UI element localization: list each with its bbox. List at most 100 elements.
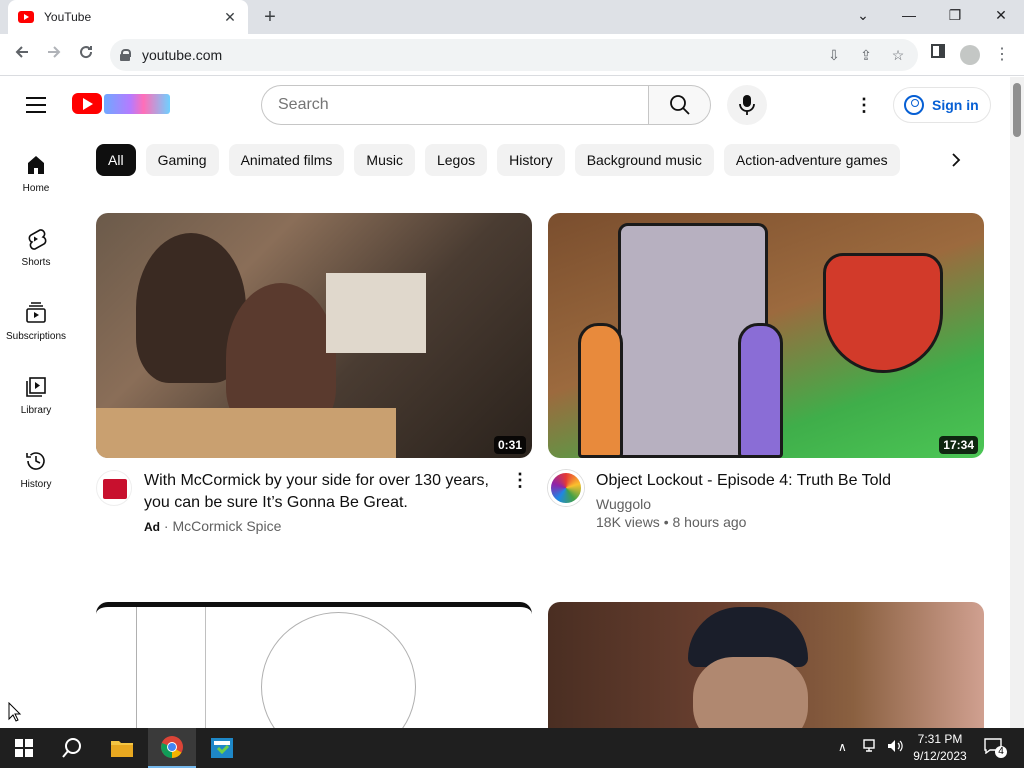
- video-stats: 18K views • 8 hours ago: [596, 514, 747, 530]
- sidebar-item-library[interactable]: Library: [0, 355, 72, 429]
- app-icon: [211, 738, 233, 758]
- windows-taskbar: ∧ 7:31 PM 9/12/2023 4: [0, 728, 1024, 768]
- thumbnail-scene: [693, 657, 808, 728]
- video-thumbnail[interactable]: 0:31: [96, 213, 532, 458]
- sidebar-item-label: Library: [20, 405, 52, 416]
- close-window-button[interactable]: ✕: [978, 0, 1024, 30]
- video-thumbnail-portrait[interactable]: [548, 602, 984, 728]
- chip-animated-films[interactable]: Animated films: [228, 144, 345, 176]
- scrollbar-thumb[interactable]: [1013, 83, 1021, 137]
- restore-button[interactable]: ❐: [932, 0, 978, 30]
- profile-button[interactable]: [958, 43, 982, 67]
- chrome-icon: [161, 736, 183, 758]
- sidebar-item-history[interactable]: History: [0, 429, 72, 503]
- show-hidden-icons-chevron-icon[interactable]: ∧: [838, 740, 847, 754]
- forward-button[interactable]: [42, 43, 66, 67]
- tab-close-icon[interactable]: ✕: [222, 9, 238, 26]
- side-panel-button[interactable]: [926, 43, 950, 67]
- chevron-right-icon: [952, 153, 961, 167]
- youtube-logo-icon[interactable]: [72, 93, 102, 114]
- video-meta: Object Lockout - Episode 4: Truth Be Tol…: [548, 458, 984, 530]
- chrome-menu-button[interactable]: ⋮: [990, 43, 1014, 67]
- url-text[interactable]: youtube.com: [142, 47, 822, 63]
- sign-in-button[interactable]: Sign in: [893, 87, 991, 123]
- filter-chips-bar: All Gaming Animated films Music Legos History…: [96, 144, 936, 176]
- sign-in-label: Sign in: [932, 97, 979, 113]
- guide-menu-icon[interactable]: [26, 97, 46, 113]
- network-icon[interactable]: [862, 738, 880, 754]
- home-icon: [28, 156, 44, 174]
- lock-icon[interactable]: [120, 49, 131, 61]
- taskbar-search-button[interactable]: [48, 728, 96, 768]
- sidebar-item-shorts[interactable]: Shorts: [0, 207, 72, 281]
- page-scrollbar[interactable]: [1010, 77, 1024, 728]
- new-tab-button[interactable]: +: [258, 6, 282, 28]
- chip-legos[interactable]: Legos: [424, 144, 488, 176]
- channel-name[interactable]: McCormick Spice: [172, 518, 281, 534]
- youtube-doodle[interactable]: [104, 94, 170, 114]
- taskbar-clock[interactable]: 7:31 PM 9/12/2023: [910, 731, 970, 765]
- app-taskbar-button[interactable]: [198, 728, 246, 768]
- chip-history[interactable]: History: [497, 144, 565, 176]
- search-input[interactable]: [278, 96, 649, 114]
- back-button[interactable]: [10, 43, 34, 67]
- thumbnail-scene: [261, 612, 416, 728]
- voice-search-button[interactable]: [727, 85, 767, 125]
- ad-badge: Ad: [144, 520, 160, 534]
- file-explorer-button[interactable]: [98, 728, 146, 768]
- channel-avatar[interactable]: [96, 470, 132, 506]
- chip-all[interactable]: All: [96, 144, 136, 176]
- video-card[interactable]: 17:34 Object Lockout - Episode 4: Truth …: [548, 213, 984, 530]
- chip-action-adventure-games[interactable]: Action-adventure games: [723, 144, 900, 176]
- start-button[interactable]: [0, 728, 48, 768]
- video-card-ad[interactable]: 0:31 With McCormick by your side for ove…: [96, 213, 532, 534]
- youtube-favicon-icon: [18, 11, 34, 23]
- speaker-icon: [888, 740, 903, 752]
- side-panel-icon: [931, 44, 945, 58]
- search-field[interactable]: [261, 85, 649, 125]
- thumbnail-scene: [96, 408, 396, 458]
- browser-tab-youtube[interactable]: YouTube ✕: [8, 0, 248, 34]
- sidebar-item-label: Home: [22, 183, 50, 194]
- separator: ·: [163, 518, 169, 534]
- thumbnail-scene: [578, 323, 623, 458]
- browser-tabstrip: YouTube ✕ + ⌄ — ❐ ✕: [0, 0, 1024, 34]
- volume-icon[interactable]: [886, 738, 904, 754]
- video-title[interactable]: With McCormick by your side for over 130…: [144, 470, 508, 514]
- video-info: Object Lockout - Episode 4: Truth Be Tol…: [596, 470, 984, 530]
- sidebar-item-label: Shorts: [21, 257, 51, 268]
- bookmark-star-icon[interactable]: ☆: [886, 43, 910, 67]
- thumbnail-scene: [136, 607, 206, 728]
- network-icon-glyph: [863, 739, 875, 752]
- chrome-taskbar-button[interactable]: [148, 728, 196, 768]
- address-bar[interactable]: youtube.com ⇩ ⇪ ☆: [110, 39, 918, 71]
- video-title[interactable]: Object Lockout - Episode 4: Truth Be Tol…: [596, 470, 984, 492]
- mouse-cursor-icon: [8, 702, 22, 722]
- browser-toolbar: youtube.com ⇩ ⇪ ☆ ⋮: [0, 34, 1024, 76]
- tab-search-icon[interactable]: ⌄: [840, 0, 886, 30]
- video-thumbnail-sketch[interactable]: [96, 602, 532, 728]
- video-menu-button[interactable]: ⋮: [508, 470, 532, 494]
- share-icon[interactable]: ⇪: [854, 43, 878, 67]
- chip-gaming[interactable]: Gaming: [145, 144, 219, 176]
- search-icon: [670, 95, 690, 115]
- reload-icon: [80, 46, 93, 59]
- reload-button[interactable]: [74, 43, 98, 67]
- chip-background-music[interactable]: Background music: [574, 144, 714, 176]
- forward-arrow-icon: [48, 46, 61, 58]
- channel-avatar[interactable]: [548, 470, 584, 506]
- chip-music[interactable]: Music: [354, 144, 415, 176]
- video-duration: 17:34: [939, 436, 978, 454]
- channel-name[interactable]: Wuggolo: [596, 496, 984, 512]
- search-button[interactable]: [648, 85, 711, 125]
- history-icon: [26, 452, 45, 470]
- chips-next-button[interactable]: [940, 144, 972, 176]
- thumbnail-scene: [738, 323, 783, 458]
- video-thumbnail[interactable]: 17:34: [548, 213, 984, 458]
- install-icon[interactable]: ⇩: [822, 43, 846, 67]
- minimize-button[interactable]: —: [886, 0, 932, 30]
- notification-center-button[interactable]: 4: [984, 738, 1007, 758]
- sidebar-item-home[interactable]: Home: [0, 133, 72, 207]
- sidebar-item-subscriptions[interactable]: Subscriptions: [0, 281, 72, 355]
- settings-more-button[interactable]: ⋮: [852, 93, 876, 117]
